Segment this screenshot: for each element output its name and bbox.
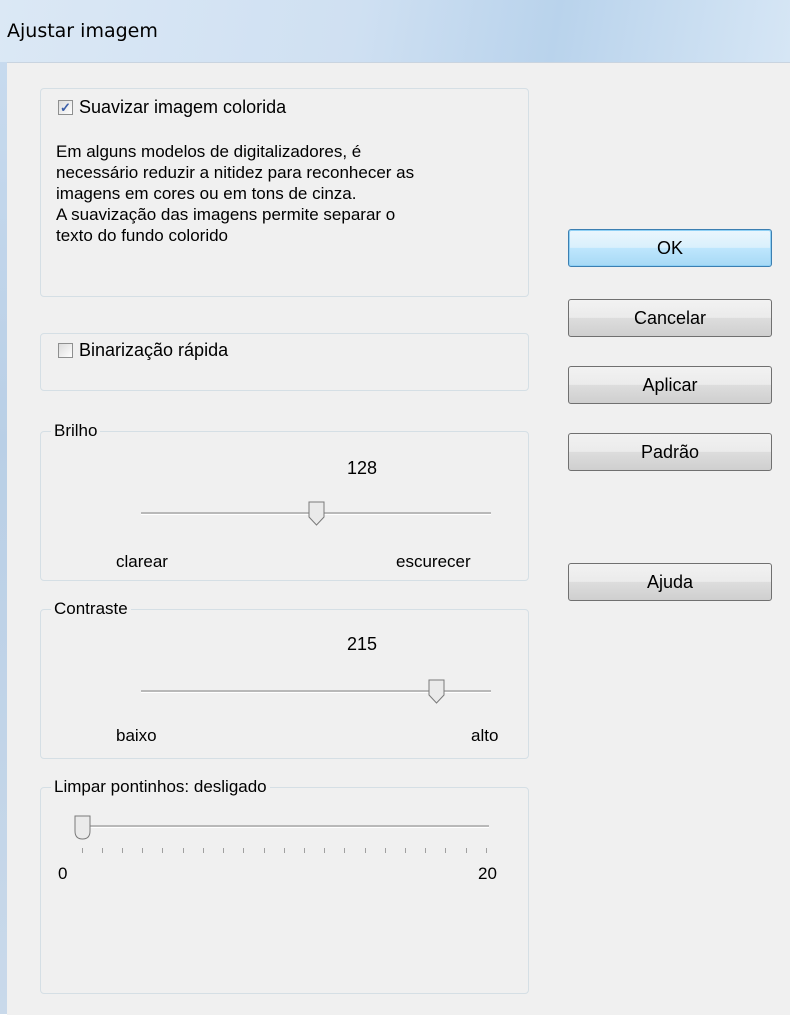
help-button[interactable]: Ajuda [568,563,772,601]
smooth-checkbox-row[interactable]: ✓ Suavizar imagem colorida [58,97,286,118]
contrast-min-label: baixo [116,726,157,745]
contrast-value: 215 [346,634,378,654]
slider-tick [486,848,487,853]
contrast-group: Contraste 215 baixo alto [40,599,529,759]
slider-tick [122,848,123,853]
brightness-legend: Brilho [51,421,101,441]
contrast-max-label: alto [471,726,499,745]
apply-button[interactable]: Aplicar [568,366,772,404]
despeckle-slider-thumb[interactable] [74,815,91,840]
slider-tick [304,848,305,853]
slider-tick [243,848,244,853]
binarization-checkbox[interactable] [58,343,73,358]
slider-tick [162,848,163,853]
slider-tick [466,848,467,853]
window-title: Ajustar imagem [7,20,158,42]
slider-tick [445,848,446,853]
binarization-checkbox-label: Binarização rápida [79,340,229,360]
smooth-checkbox-label: Suavizar imagem colorida [79,97,287,117]
contrast-slider-thumb[interactable] [428,679,445,704]
brightness-min-label: clarear [116,552,168,571]
dialog-client-area: ✓ Suavizar imagem colorida Em alguns mod… [7,62,790,1015]
check-mark-icon: ✓ [60,100,71,115]
despeckle-min-label: 0 [58,864,68,883]
slider-tick [425,848,426,853]
binarization-group: Binarização rápida [40,333,529,391]
description-line: texto do fundo colorido [56,226,229,245]
contrast-legend: Contraste [51,599,131,619]
despeckle-max-label: 20 [478,864,497,883]
slider-tick [385,848,386,853]
slider-tick [284,848,285,853]
slider-tick [223,848,224,853]
smooth-group: ✓ Suavizar imagem colorida Em alguns mod… [40,88,529,297]
slider-tick [102,848,103,853]
despeckle-group: Limpar pontinhos: desligado 0 20 [40,777,529,994]
slider-tick [183,848,184,853]
cancel-button[interactable]: Cancelar [568,299,772,337]
brightness-max-label: escurecer [396,552,471,571]
slider-tick [264,848,265,853]
binarization-checkbox-row[interactable]: Binarização rápida [58,340,228,361]
despeckle-slider-track[interactable] [79,825,489,828]
slider-tick [82,848,83,853]
slider-tick [203,848,204,853]
description-line: necessário reduzir a nitidez para reconh… [56,163,415,182]
smooth-description: Em alguns modelos de digitalizadores, é … [56,141,414,246]
description-line: A suavização das imagens permite separar… [56,205,396,224]
slider-tick [365,848,366,853]
slider-tick [405,848,406,853]
description-line: imagens em cores ou em tons de cinza. [56,184,357,203]
slider-tick [324,848,325,853]
slider-tick [344,848,345,853]
default-button[interactable]: Padrão [568,433,772,471]
brightness-group: Brilho 128 clarear escurecer [40,421,529,581]
description-line: Em alguns modelos de digitalizadores, é [56,142,362,161]
slider-tick [142,848,143,853]
smooth-checkbox[interactable]: ✓ [58,100,73,115]
title-bar: Ajustar imagem [0,0,790,62]
brightness-slider-thumb[interactable] [308,501,325,526]
window-frame-left [0,62,7,1014]
brightness-value: 128 [346,458,378,478]
ok-button[interactable]: OK [568,229,772,267]
despeckle-legend: Limpar pontinhos: desligado [51,777,270,797]
